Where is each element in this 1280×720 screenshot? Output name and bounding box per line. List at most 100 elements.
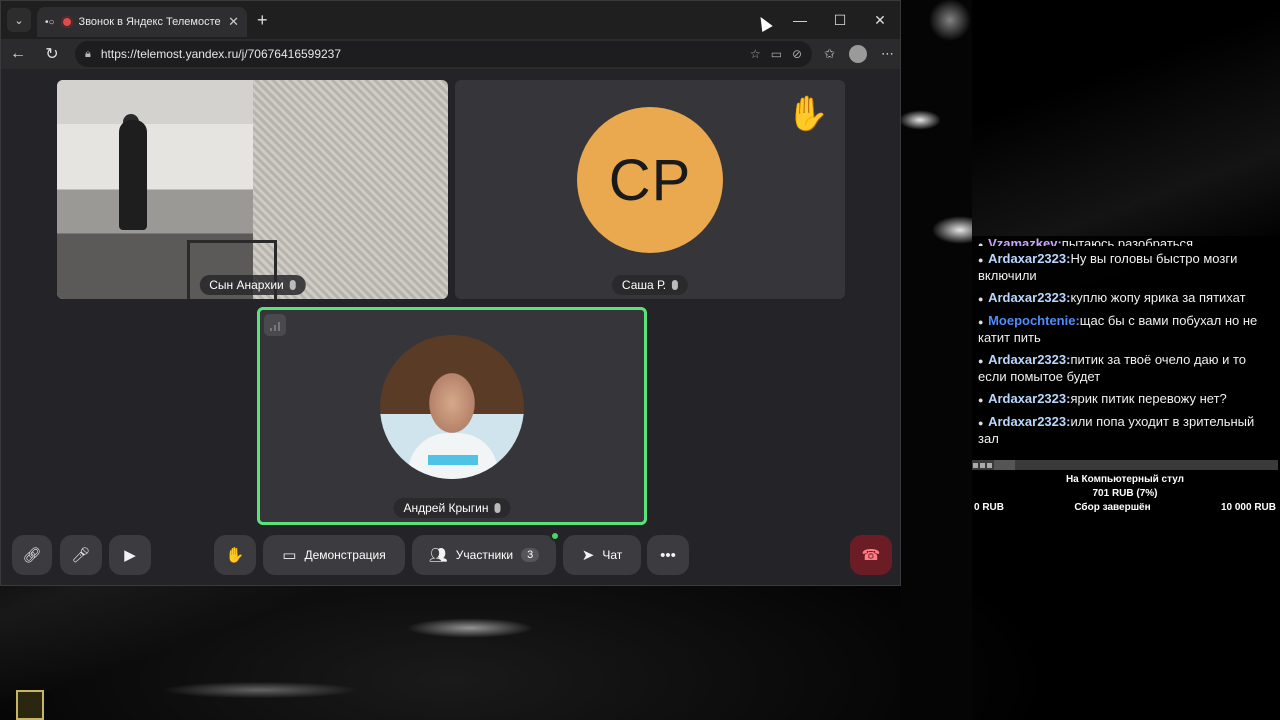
chat-message: ● Ardaxar2323:или попа уходит в зрительн…	[978, 414, 1274, 447]
hang-up-button[interactable]: ☎	[850, 535, 892, 575]
call-controls: 🔗︎ 🎤︎ ▶ ✋ ▭ Демонстрация 👥︎ Участники 3	[1, 531, 900, 579]
copy-link-button[interactable]: 🔗︎	[12, 535, 52, 575]
donation-progress-fill	[994, 460, 1016, 470]
screen-share-button[interactable]: ▭ Демонстрация	[263, 535, 405, 575]
participant-tile-3[interactable]: Андрей Крыгин	[257, 307, 647, 525]
participant-tile-2[interactable]: СР ✋ Саша Р.	[455, 80, 845, 299]
chat-nick: Vzamazkev:	[988, 236, 1062, 246]
microphone-button[interactable]: 🎤︎	[60, 535, 102, 575]
close-window-button[interactable]: ✕	[860, 1, 900, 39]
tab-close-icon[interactable]: ✕	[228, 14, 239, 30]
favorites-icon[interactable]: ✩	[824, 46, 835, 62]
donation-progress-bar	[972, 460, 1278, 470]
no-tracking-icon[interactable]: ⊘	[792, 47, 802, 61]
chat-message: ● Ardaxar2323:куплю жопу ярика за пятиха…	[978, 290, 1274, 307]
chat-message: ● Ardaxar2323:питик за твоё очело даю и …	[978, 352, 1274, 385]
hand-icon: ✋	[225, 547, 245, 564]
donation-min: 0 RUB	[974, 502, 1005, 513]
people-icon: 👥︎	[428, 547, 448, 564]
participant-tile-1[interactable]: Сын Анархии	[57, 80, 448, 299]
window-controls: — ☐ ✕	[780, 1, 900, 39]
more-button[interactable]: •••	[647, 535, 689, 575]
new-tab-button[interactable]: +	[257, 10, 268, 31]
participants-button[interactable]: 👥︎ Участники 3	[412, 531, 560, 575]
more-icon: •••	[660, 546, 676, 564]
camera-button[interactable]: ▶	[109, 535, 151, 575]
url-text[interactable]: https://telemost.yandex.ru/j/70676416599…	[101, 47, 740, 61]
screen-icon: ▭	[282, 547, 297, 564]
background-glow	[900, 0, 972, 720]
participant-name-text: Сын Анархии	[209, 278, 284, 292]
reload-button[interactable]: ↻	[41, 44, 63, 64]
maximize-button[interactable]: ☐	[820, 1, 860, 39]
tab-title: Звонок в Яндекс Телемосте	[78, 16, 221, 28]
chat-nick: Ardaxar2323:	[988, 391, 1071, 406]
tab-telemost[interactable]: •○ Звонок в Яндекс Телемосте ✕	[37, 7, 247, 37]
participant-avatar: СР	[577, 107, 723, 253]
video-feed	[380, 335, 524, 479]
donation-title: На Компьютерный стул	[1065, 474, 1185, 485]
bullet-icon: ●	[978, 317, 984, 327]
camera-icon[interactable]: ▭	[771, 47, 782, 61]
tab-menu-icon: •○	[45, 16, 55, 28]
address-bar[interactable]: 🔒︎ https://telemost.yandex.ru/j/70676416…	[75, 41, 813, 67]
back-button[interactable]: ←	[7, 45, 29, 63]
participant-name-text: Саша Р.	[621, 278, 667, 292]
progress-marker-icon	[980, 462, 985, 468]
chat-message: ● Moepochtenie:щас бы с вами побухал но …	[978, 313, 1274, 346]
donation-raised: 701 RUB (7%)	[1092, 488, 1158, 499]
browser-window: ⌄ •○ Звонок в Яндекс Телемосте ✕ + — ☐ ✕…	[0, 0, 901, 586]
video-person	[119, 120, 147, 230]
mic-icon	[494, 503, 501, 513]
donation-goal: 10 000 RUB	[1220, 502, 1276, 513]
notification-dot	[550, 531, 560, 541]
signal-icon	[264, 314, 286, 336]
lock-icon[interactable]: 🔒︎	[85, 48, 91, 61]
participant-name: Сын Анархии	[199, 275, 306, 295]
chat-message: ● Ardaxar2323:ярик питик перевожу нет?	[978, 391, 1274, 408]
donation-widget: На Компьютерный стул 701 RUB (7%) 0 RUB …	[972, 460, 1278, 514]
chat-nick: Ardaxar2323:	[988, 352, 1071, 367]
mic-icon	[289, 280, 296, 290]
video-shirt-stripe	[428, 455, 478, 465]
chat-text: куплю жопу ярика за пятихат	[1070, 290, 1246, 305]
chat-message: ● Ardaxar2323:Ну вы головы быстро мозги …	[978, 251, 1274, 284]
raised-hand-icon: ✋	[786, 95, 829, 133]
chat-button[interactable]: ➤ Чат	[563, 535, 641, 575]
tab-list-button[interactable]: ⌄	[7, 8, 31, 32]
chat-message: ● Vzamazkev:пытаюсь разобраться	[978, 236, 1274, 246]
participants-count: 3	[521, 548, 540, 562]
microphone-icon: 🎤︎	[71, 547, 91, 564]
browser-toolbar: ← ↻ 🔒︎ https://telemost.yandex.ru/j/7067…	[1, 39, 900, 69]
chat-text: ярик питик перевожу нет?	[1070, 391, 1227, 406]
participant-name: Андрей Крыгин	[393, 498, 511, 518]
profile-avatar[interactable]	[849, 45, 867, 63]
raise-hand-button[interactable]: ✋	[214, 535, 256, 575]
donation-footer: 0 RUB Сбор завершён 10 000 RUB	[972, 502, 1278, 513]
participants-label: Участники	[455, 548, 514, 562]
participant-name: Саша Р.	[611, 275, 689, 295]
video-camera-icon: ▶	[124, 547, 136, 564]
recording-icon	[60, 16, 73, 28]
screen-share-label: Демонстрация	[304, 548, 386, 562]
progress-marker-icon	[987, 462, 992, 468]
telemost-call: Сын Анархии СР ✋ Саша Р. Андрей Крыгин 🔗…	[1, 69, 900, 585]
chat-nick: Moepochtenie:	[988, 313, 1080, 328]
more-menu-icon[interactable]: ⋯	[881, 46, 894, 62]
participant-name-text: Андрей Крыгин	[403, 501, 489, 515]
overlay-corner-icon	[16, 690, 44, 720]
stream-chat: ● Vzamazkev:пытаюсь разобраться ● Ardaxa…	[972, 236, 1280, 456]
chat-text: пытаюсь разобраться	[1061, 236, 1194, 246]
bullet-icon: ●	[978, 240, 984, 246]
chat-nick: Ardaxar2323:	[988, 251, 1071, 266]
chat-label: Чат	[602, 548, 623, 562]
toolbar-right: ✩ ⋯	[824, 45, 894, 63]
link-icon: 🔗︎	[22, 547, 42, 564]
progress-marker-icon	[973, 462, 978, 468]
phone-hangup-icon: ☎	[861, 547, 881, 564]
donation-status: Сбор завершён	[1074, 502, 1151, 513]
minimize-button[interactable]: —	[780, 1, 820, 39]
star-icon[interactable]: ☆	[750, 47, 761, 61]
mic-icon	[672, 280, 679, 290]
bullet-icon: ●	[978, 418, 984, 428]
